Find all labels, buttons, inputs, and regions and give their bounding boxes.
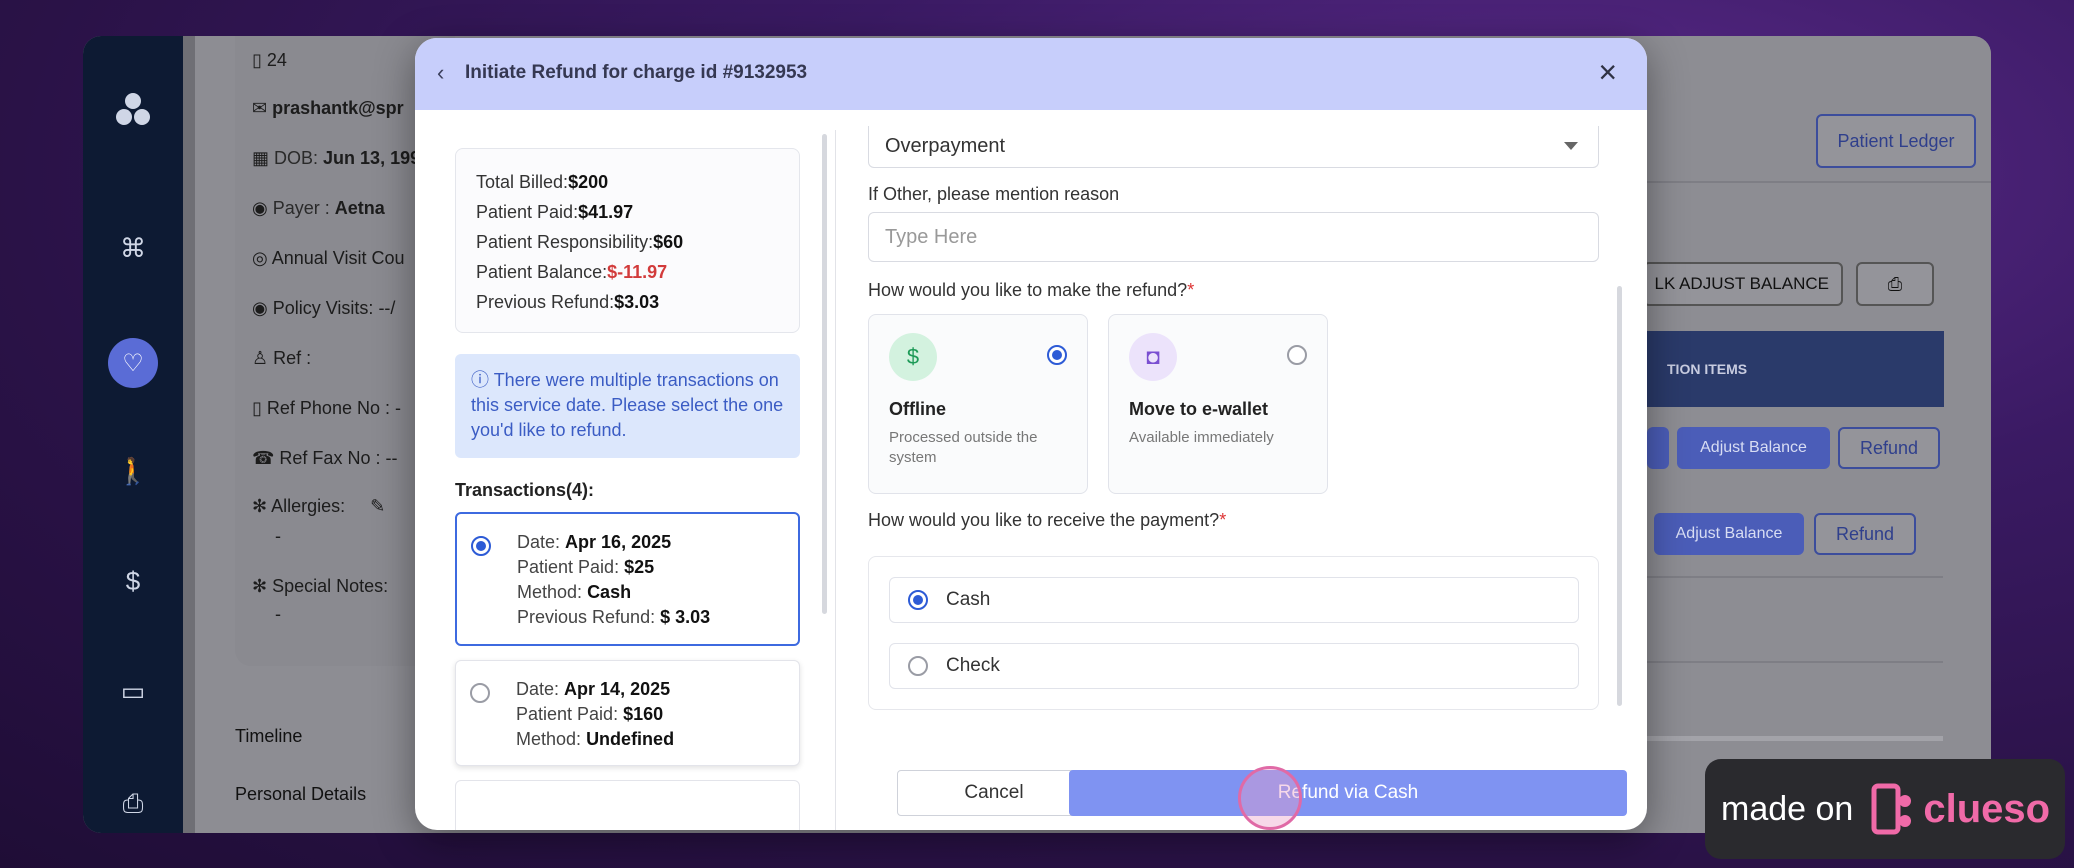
ewallet-radio[interactable]: [1287, 345, 1307, 365]
divider: [1643, 576, 1943, 578]
walking-icon[interactable]: 🚶: [117, 456, 149, 487]
column-divider: [835, 130, 836, 830]
print-button[interactable]: ⎙: [1856, 262, 1934, 306]
other-reason-input[interactable]: Type Here: [868, 212, 1599, 262]
transactions-label: Transactions(4):: [455, 480, 595, 500]
billing-icon[interactable]: $: [126, 566, 140, 597]
patient-dob: ▦ DOB: Jun 13, 1995: [252, 148, 431, 168]
refund-via-cash-button[interactable]: Refund via Cash: [1069, 770, 1627, 816]
special-notes-value: -: [275, 604, 281, 624]
policy-visits: ◉ Policy Visits: --/: [252, 298, 396, 318]
annual-visit: ◎ Annual Visit Cou: [252, 248, 405, 268]
refund-reason-select[interactable]: Overpayment: [868, 126, 1599, 168]
divider: [1643, 181, 1991, 183]
right-scrollbar[interactable]: [1617, 286, 1622, 706]
patient-age: ▯ 24: [252, 50, 287, 70]
printer-icon[interactable]: ⎙: [123, 788, 144, 820]
cash-radio[interactable]: [908, 590, 928, 610]
cancel-button[interactable]: Cancel: [897, 770, 1091, 816]
allergies: ✻ Allergies: ✎: [252, 496, 386, 516]
transaction-option[interactable]: [455, 780, 800, 830]
referral: ♙ Ref :: [252, 348, 312, 368]
patient-icon[interactable]: ♡: [108, 338, 158, 388]
wallet-icon: ◘: [1129, 333, 1177, 381]
patient-email: ✉ prashantk@spr: [252, 98, 404, 118]
click-indicator: [1238, 766, 1302, 830]
info-icon: ⓘ: [471, 370, 489, 390]
bulk-adjust-button[interactable]: LK ADJUST BALANCE: [1643, 262, 1843, 306]
offline-option[interactable]: $ Offline Processed outside the system: [868, 314, 1088, 494]
offline-radio[interactable]: [1047, 345, 1067, 365]
allergies-value: -: [275, 526, 281, 546]
horizontal-scrollbar[interactable]: [1643, 736, 1943, 741]
timeline-section[interactable]: Timeline: [235, 726, 302, 747]
edit-icon[interactable]: ✎: [370, 496, 385, 516]
app-logo-icon[interactable]: [113, 90, 153, 130]
hidden-button[interactable]: [1647, 427, 1669, 469]
patient-payer: ◉ Payer : Aetna: [252, 198, 385, 218]
refund-button[interactable]: Refund: [1838, 427, 1940, 469]
chevron-down-icon: [1564, 142, 1578, 150]
check-radio[interactable]: [908, 656, 928, 676]
adjust-balance-button[interactable]: Adjust Balance: [1677, 427, 1830, 469]
modal-title: Initiate Refund for charge id #9132953: [465, 62, 808, 83]
close-icon[interactable]: ×: [1598, 56, 1617, 88]
modal-header: ‹ Initiate Refund for charge id #9132953…: [415, 38, 1647, 110]
transaction-option[interactable]: Date: Apr 16, 2025 Patient Paid: $25 Met…: [455, 512, 800, 646]
patient-ledger-button[interactable]: Patient Ledger: [1816, 114, 1976, 168]
dashboard-icon[interactable]: ⌘: [120, 233, 146, 264]
refund-button-2[interactable]: Refund: [1814, 513, 1916, 555]
receive-payment-label: How would you like to receive the paymen…: [868, 510, 1227, 530]
transaction-radio[interactable]: [470, 683, 490, 703]
printer-icon: ⎙: [1887, 273, 1903, 294]
adjust-balance-button-2[interactable]: Adjust Balance: [1654, 513, 1804, 555]
ref-fax: ☎ Ref Fax No : --: [252, 448, 398, 468]
multiple-transactions-notice: ⓘ There were multiple transactions on th…: [455, 354, 800, 458]
sidebar-scroll: [183, 36, 195, 833]
personal-details-section[interactable]: Personal Details: [235, 784, 366, 805]
check-option[interactable]: Check: [889, 643, 1579, 689]
ref-phone: ▯ Ref Phone No : -: [252, 398, 401, 418]
dollar-icon: $: [889, 333, 937, 381]
refund-method-label: How would you like to make the refund?*: [868, 280, 1195, 300]
cash-option[interactable]: Cash: [889, 577, 1579, 623]
charge-summary: Total Billed:$200 Patient Paid:$41.97 Pa…: [455, 148, 800, 333]
left-scrollbar[interactable]: [822, 134, 827, 614]
sidebar: ⌘ ♡ 🚶 $ ▭ ⎙: [83, 36, 183, 833]
transaction-option[interactable]: Date: Apr 14, 2025 Patient Paid: $160 Me…: [455, 660, 800, 766]
divider: [1643, 661, 1943, 663]
refund-modal: ‹ Initiate Refund for charge id #9132953…: [415, 38, 1647, 830]
archive-icon[interactable]: ▭: [121, 676, 146, 707]
action-items-header: TION ITEMS: [1647, 331, 1944, 407]
payment-options: Cash Check: [868, 556, 1599, 710]
chevron-left-icon[interactable]: ‹: [437, 60, 444, 86]
ewallet-option[interactable]: ◘ Move to e-wallet Available immediately: [1108, 314, 1328, 494]
clueso-logo-icon: [1871, 783, 1912, 835]
made-on-clueso-badge: made on clueso: [1705, 759, 2065, 859]
other-reason-label: If Other, please mention reason: [868, 184, 1120, 204]
special-notes: ✻ Special Notes:: [252, 576, 389, 596]
transaction-radio[interactable]: [471, 536, 491, 556]
